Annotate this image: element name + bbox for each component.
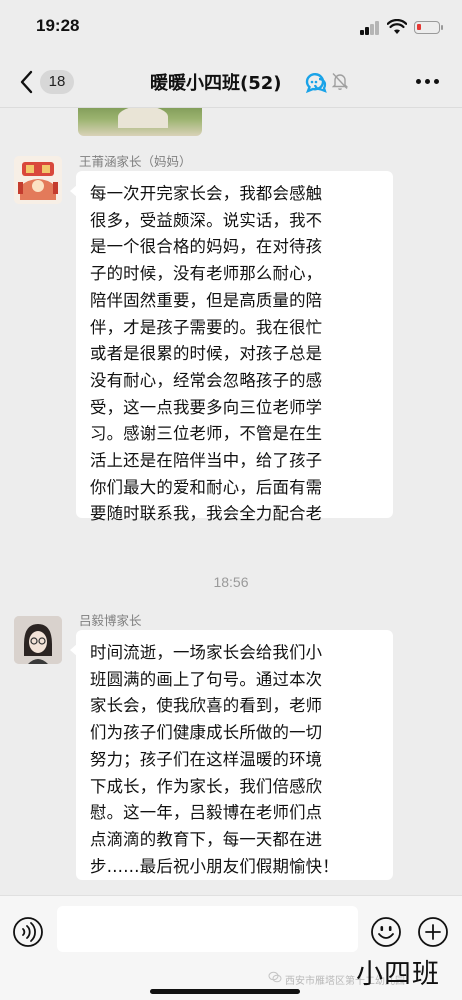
- sender-name: 王莆涵家长（妈妈）: [79, 154, 192, 169]
- sender-name: 吕毅博家长: [79, 613, 142, 628]
- qq-chat-icon: [305, 73, 327, 94]
- message-line: 很多，受益颇深。说实话，我不: [90, 210, 323, 230]
- message-line: 努力；孩子们在这样温暖的环境: [90, 749, 323, 769]
- message-line: 是一个很合格的妈妈，在对待孩: [90, 237, 323, 257]
- message-bubble[interactable]: 每一次开完家长会，我都会感触 很多，受益颇深。说实话，我不 是一个很合格的妈妈，…: [70, 171, 393, 523]
- message-line: 步……最后祝小朋友们假期愉快！: [90, 856, 339, 876]
- status-time: 19:28: [36, 16, 80, 35]
- brand-text: 小四班: [356, 959, 440, 990]
- chat-header: 18 暖暖小四班(52): [0, 56, 462, 108]
- message-line: 下成长，作为家长，我们倍感欣: [90, 776, 323, 796]
- message-line: 伴，才是孩子需要的。我在很忙: [90, 317, 323, 337]
- cellular-signal-icon: [360, 21, 380, 35]
- plus-icon[interactable]: [417, 916, 449, 948]
- chat-messages[interactable]: 王莆涵家长（妈妈） 每一次开完家长会，我都会感触 很多，受益颇深。说实话，我不 …: [0, 108, 462, 895]
- message-line: 点滴滴的教育下，每一天都在进: [90, 829, 323, 849]
- avatar[interactable]: [14, 616, 62, 664]
- more-dots-icon[interactable]: [416, 79, 440, 85]
- message-line: 班圆满的画上了句号。通过本次: [90, 669, 323, 689]
- emoji-icon[interactable]: [370, 916, 402, 948]
- input-bar: 西安市雁塔区第十二幼儿园 小四班: [0, 895, 462, 1000]
- unread-count-badge[interactable]: 18: [40, 70, 74, 94]
- message-line: 习。感谢三位老师，不管是在生: [90, 424, 323, 444]
- message-line: 时间流逝，一场家长会给我们小: [90, 643, 323, 662]
- wechat-watermark-icon: [268, 971, 282, 983]
- message-line: 要随时联系我，我会全力配合老: [90, 504, 323, 524]
- previous-image-message[interactable]: [78, 108, 202, 136]
- chat-title: 暖暖小四班(52): [150, 73, 282, 94]
- message-line: 家长会，使我欣喜的看到，老师: [90, 696, 323, 716]
- voice-icon[interactable]: [12, 916, 44, 948]
- message-line: 子的时候，没有老师那么耐心，: [90, 264, 323, 284]
- message-line: 你们最大的爱和耐心，后面有需: [90, 477, 323, 497]
- message-input[interactable]: [57, 906, 358, 952]
- wifi-icon: [387, 19, 407, 34]
- message-line: 们为孩子们健康成长所做的一切: [90, 723, 323, 743]
- mute-bell-icon: [332, 73, 348, 90]
- message-line: 没有耐心，经常会忽略孩子的感: [90, 370, 323, 390]
- back-arrow-icon[interactable]: [16, 69, 38, 95]
- message-line: 受，这一点我要多向三位老师学: [90, 397, 323, 417]
- home-indicator: [150, 989, 300, 994]
- message-timestamp: 18:56: [213, 574, 249, 590]
- message-line: 活上还是在陪伴当中，给了孩子: [90, 451, 323, 471]
- battery-icon: [414, 21, 443, 34]
- message-bubble[interactable]: 时间流逝，一场家长会给我们小 班圆满的画上了句号。通过本次 家长会，使我欣喜的看…: [70, 630, 393, 880]
- message-line: 慰。这一年，吕毅博在老师们点: [90, 803, 323, 823]
- message-line: 或者是很累的时候，对孩子总是: [90, 344, 323, 364]
- avatar[interactable]: [14, 156, 62, 204]
- status-bar: 19:28: [0, 0, 462, 56]
- message-line: 每一次开完家长会，我都会感触: [90, 184, 323, 203]
- message-line: 陪伴固然重要，但是高质量的陪: [90, 290, 323, 310]
